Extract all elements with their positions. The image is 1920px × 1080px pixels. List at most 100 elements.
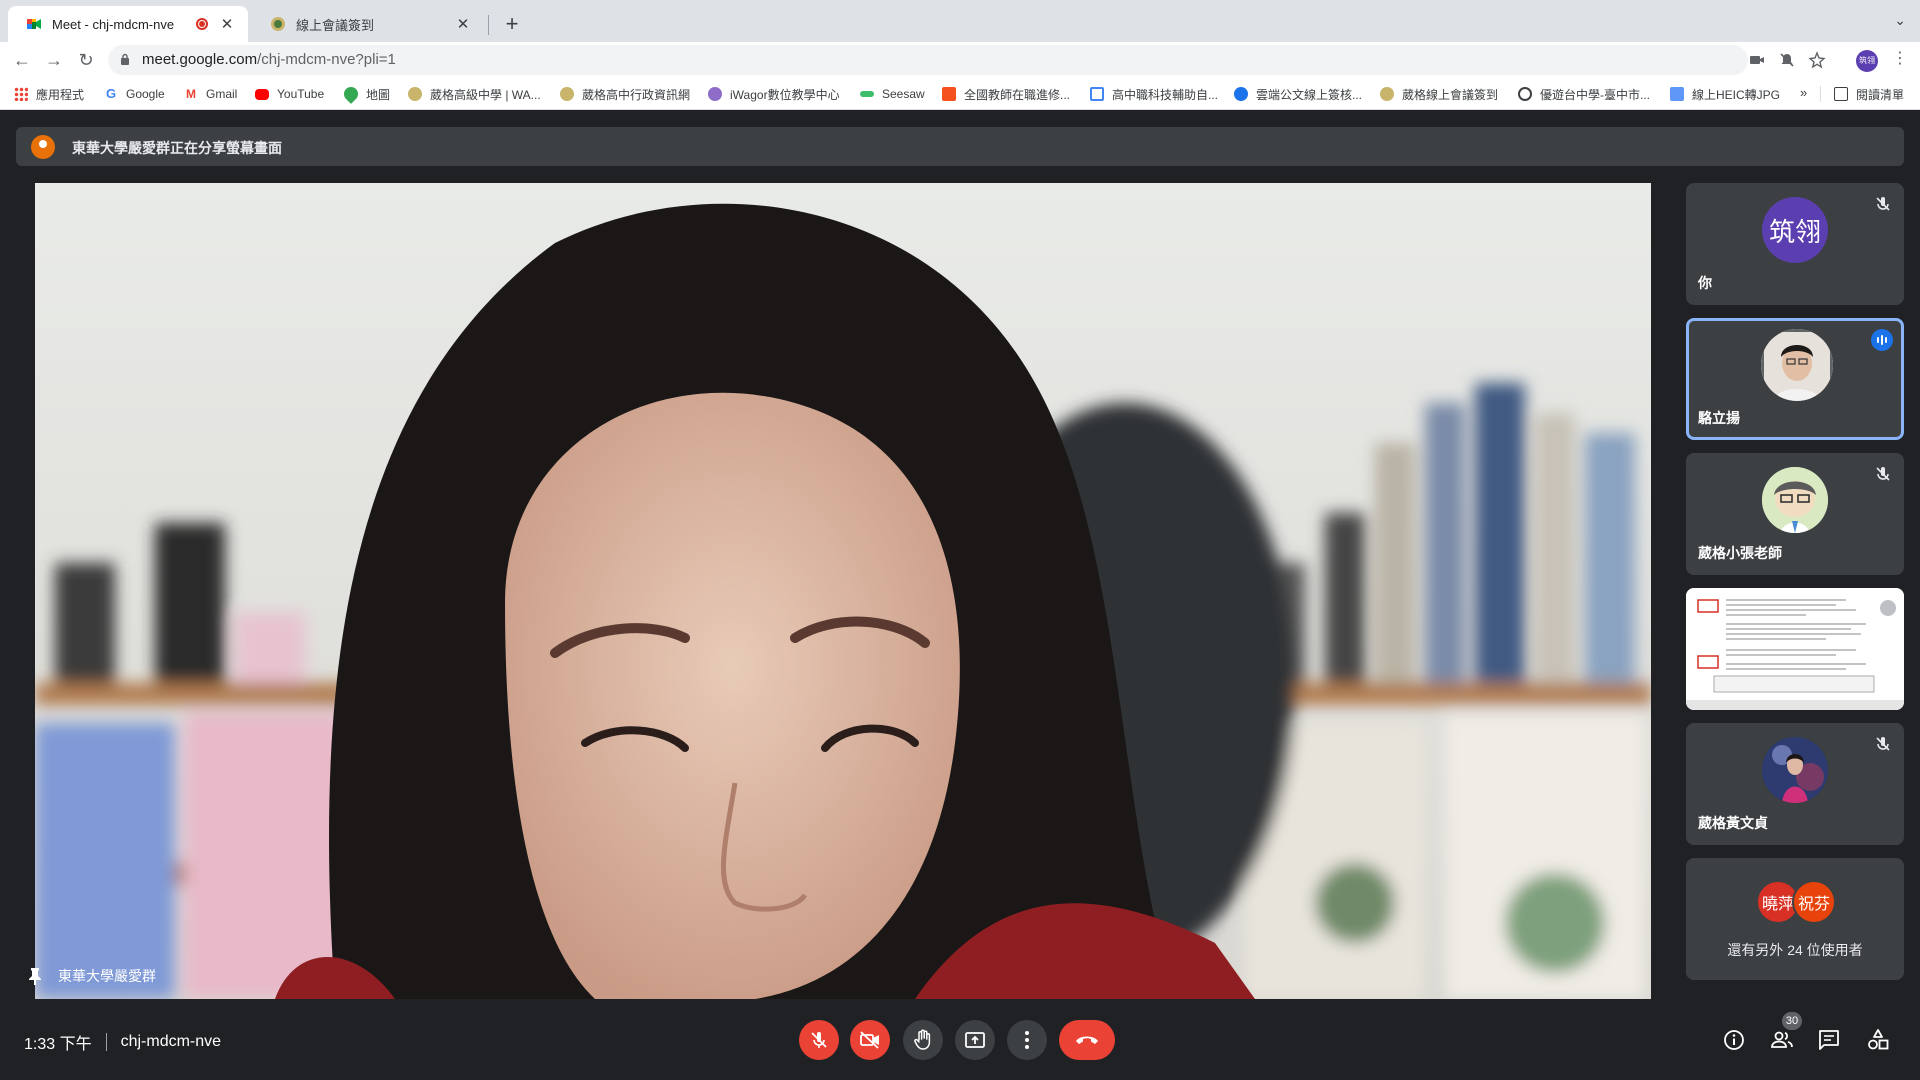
main-speaker-name: 東華大學嚴愛群 (58, 968, 156, 984)
microphone-toggle-button[interactable] (799, 1020, 839, 1060)
bookmark-maps[interactable]: 地圖 (341, 84, 391, 104)
self-avatar: 筑翎 (1762, 197, 1828, 263)
others-count-text: 還有另外 24 位使用者 (1727, 942, 1863, 958)
bookmark-label: Google (126, 87, 165, 101)
shared-screen-thumbnail (1686, 588, 1904, 710)
maps-pin-icon (341, 84, 361, 104)
bookmark-taichung[interactable]: 優遊台中學-臺中市... (1518, 85, 1650, 103)
participant-name: 駱立揚 (1698, 410, 1740, 426)
bookmark-star-icon[interactable] (1808, 51, 1826, 69)
bookmark-gmail[interactable]: M Gmail (184, 85, 237, 103)
bookmark-google[interactable]: G Google (104, 85, 165, 103)
present-now-button[interactable] (955, 1020, 995, 1060)
reading-list-icon (1834, 87, 1848, 101)
globe-icon (1518, 87, 1532, 101)
activities-icon[interactable] (1866, 1028, 1890, 1052)
iwagor-icon (708, 87, 722, 101)
other-avatar: 祝芬 (1792, 880, 1836, 924)
participant-name: 葳格小張老師 (1698, 545, 1782, 561)
presenting-text: 東華大學嚴愛群正在分享螢幕畫面 (72, 140, 282, 156)
camera-in-use-icon[interactable] (1748, 51, 1766, 69)
browser-menu-icon[interactable]: ⋮ (1892, 48, 1908, 68)
main-video-feed[interactable] (35, 183, 1651, 999)
camera-toggle-button[interactable] (850, 1020, 890, 1060)
participant-tile-zhang[interactable]: 葳格小張老師 (1686, 453, 1904, 575)
mic-off-icon (811, 1032, 827, 1048)
meeting-info-icon[interactable] (1722, 1028, 1746, 1052)
bookmark-school-admin[interactable]: 葳格高中行政資訊網 (560, 85, 690, 103)
more-options-button[interactable] (1007, 1020, 1047, 1060)
bookmark-label: 葳格線上會議簽到 (1402, 87, 1499, 102)
bookmark-heic[interactable]: 線上HEIC轉JPG (1670, 85, 1780, 103)
cloud-doc-icon (1234, 87, 1248, 101)
bookmark-label: 優遊台中學-臺中市... (1540, 87, 1650, 102)
participant-photo (1761, 329, 1833, 401)
tab-search-icon[interactable]: ⌄ (1894, 12, 1906, 29)
raise-hand-button[interactable] (903, 1020, 943, 1060)
school-crest-icon (560, 87, 574, 101)
bookmark-seesaw[interactable]: Seesaw (860, 85, 925, 103)
notifications-blocked-icon[interactable] (1778, 51, 1796, 69)
tab-meet[interactable]: Meet - chj-mdcm-nve ✕ (8, 6, 248, 42)
close-tab-icon[interactable]: ✕ (454, 15, 472, 33)
mic-off-icon (1876, 737, 1890, 751)
bookmark-label: 地圖 (366, 87, 391, 102)
details-separator (105, 1033, 107, 1051)
gmail-icon: M (186, 87, 196, 101)
document-icon (1090, 87, 1104, 101)
meeting-time: 1:33 下午 (24, 1036, 92, 1053)
participant-tile-screenshare[interactable] (1686, 588, 1904, 710)
reading-list-button[interactable]: 閱讀清單 (1834, 85, 1904, 103)
bookmark-cloud-doc[interactable]: 雲端公文線上簽核... (1234, 85, 1362, 103)
more-bookmarks-button[interactable]: » (1800, 85, 1807, 100)
main-speaker-label: 東華大學嚴愛群 (28, 966, 156, 986)
chat-icon[interactable] (1817, 1028, 1841, 1052)
participant-count-badge: 30 (1782, 1012, 1802, 1030)
raise-hand-icon (914, 1029, 931, 1050)
recording-icon (196, 18, 208, 30)
back-icon[interactable]: ← (10, 48, 34, 72)
bookmark-school-wa[interactable]: 葳格高級中學 | WA... (408, 85, 541, 103)
mic-off-icon (1876, 467, 1890, 481)
participant-tile-huang[interactable]: 葳格黃文貞 (1686, 723, 1904, 845)
speaking-indicator-icon (1871, 329, 1893, 351)
bookmark-teacher-training[interactable]: 全國教師在職進修... (942, 85, 1070, 103)
forward-icon[interactable]: → (42, 48, 66, 72)
browser-toolbar: ← → ↻ meet.google.com/chj-mdcm-nve?pli=1… (0, 42, 1920, 78)
bookmark-label: 葳格高級中學 | WA... (430, 87, 541, 102)
bookmark-apps[interactable]: 應用程式 (14, 85, 84, 103)
profile-avatar[interactable]: 筑翎 (1856, 50, 1878, 72)
bookmark-youtube[interactable]: YouTube (255, 85, 324, 103)
pin-icon[interactable] (28, 967, 42, 985)
bookmark-tech-assist[interactable]: 高中職科技輔助自... (1090, 85, 1218, 103)
presenter-avatar (31, 135, 55, 159)
participant-photo (1762, 737, 1828, 803)
close-tab-icon[interactable]: ✕ (218, 15, 236, 33)
cartoon-avatar-image (1762, 467, 1828, 533)
people-icon[interactable] (1770, 1028, 1794, 1052)
new-tab-button[interactable]: + (498, 10, 526, 38)
tab-signin[interactable]: 線上會議簽到 ✕ (252, 6, 484, 42)
bookmark-label: Gmail (206, 87, 238, 101)
bookmarks-separator (1820, 86, 1821, 102)
bookmark-online-signin[interactable]: 葳格線上會議簽到 (1380, 85, 1498, 103)
url-path: /chj-mdcm-nve?pli=1 (257, 51, 396, 68)
bookmark-iwagor[interactable]: iWagor數位教學中心 (708, 85, 840, 103)
bookmark-label: Seesaw (882, 87, 925, 101)
participant-tile-luo[interactable]: 駱立揚 (1686, 318, 1904, 440)
bookmark-label: 雲端公文線上簽核... (1256, 87, 1363, 102)
address-bar[interactable]: meet.google.com/chj-mdcm-nve?pli=1 (108, 45, 1826, 75)
bookmark-label: YouTube (277, 87, 325, 101)
google-icon: G (105, 86, 117, 101)
reload-icon[interactable]: ↻ (74, 48, 98, 72)
participant-photo (1762, 467, 1828, 533)
leave-call-button[interactable] (1059, 1020, 1115, 1060)
bookmark-label: iWagor數位教學中心 (730, 87, 840, 102)
image-convert-icon (1670, 87, 1684, 101)
lock-icon (121, 53, 129, 65)
youtube-icon (255, 88, 269, 100)
camera-off-icon (860, 1031, 879, 1049)
participant-tile-self[interactable]: 筑翎 你 (1686, 183, 1904, 305)
others-tile[interactable]: 曉萍 祝芬 還有另外 24 位使用者 (1686, 858, 1904, 980)
present-screen-icon (965, 1032, 985, 1048)
